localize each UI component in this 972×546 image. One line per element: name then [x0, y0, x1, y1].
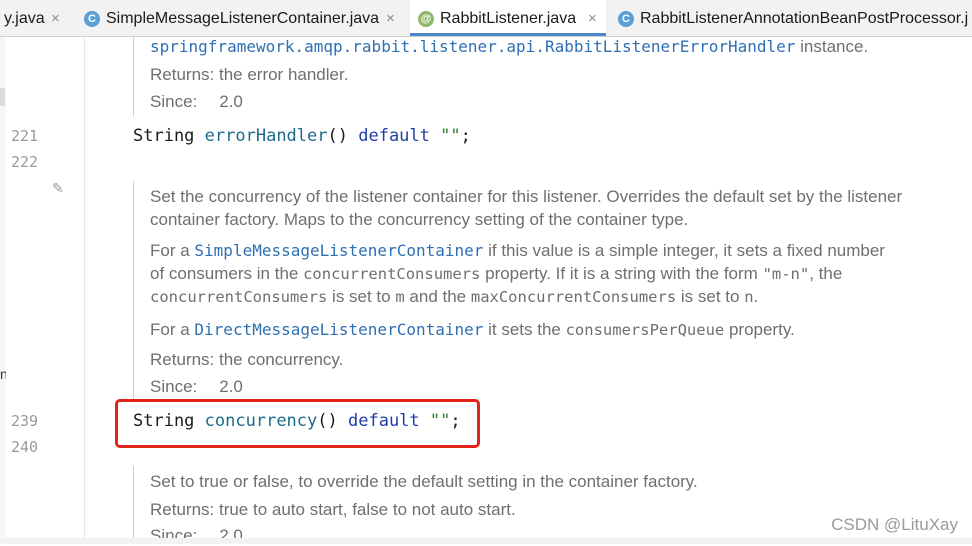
watermark: CSDN @LituXay [831, 515, 958, 534]
doc-link[interactable]: SimpleMessageListenerContainer [194, 241, 483, 260]
doc-code: consumersPerQueue [565, 321, 725, 339]
code-paren: () [327, 126, 348, 146]
annotation-icon: @ [418, 11, 434, 27]
code-string: "" [440, 126, 461, 146]
doc-text: if this value is a simple integer, it se… [483, 241, 885, 260]
doc-code: "m-n" [762, 265, 810, 283]
doc-text: instance. [795, 37, 869, 56]
tab-label: RabbitListenerAnnotationBeanPostProcesso… [640, 10, 969, 27]
doc-link[interactable]: DirectMessageListenerContainer [194, 320, 483, 339]
line-number: 240 [11, 438, 39, 456]
pencil-icon[interactable]: ✎ [52, 180, 64, 197]
doc-code: concurrentConsumers [150, 288, 328, 306]
doc-text-line: springframework.amqp.rabbit.listener.api… [150, 37, 868, 57]
close-icon[interactable]: × [588, 0, 597, 36]
bottom-border [0, 538, 972, 544]
doc-paragraph: For a DirectMessageListenerContainer it … [150, 320, 795, 340]
since-label: Since: [150, 92, 198, 111]
since-value: 2.0 [219, 92, 243, 111]
class-icon: C [84, 11, 100, 27]
close-icon[interactable]: × [51, 0, 60, 36]
doc-paragraph: For a SimpleMessageListenerContainer if … [150, 241, 885, 261]
doc-text: of consumers in the [150, 264, 304, 283]
doc-returns: Returns: true to auto start, false to no… [150, 500, 516, 519]
since-value: 2.0 [219, 377, 243, 396]
doc-paragraph: Set to true or false, to override the de… [150, 472, 698, 491]
tab-label: RabbitListener.java [440, 10, 577, 27]
tab-label: y.java [4, 10, 45, 27]
doc-text: property. [724, 320, 795, 339]
doc-paragraph: of consumers in the concurrentConsumers … [150, 264, 842, 284]
doc-code: maxConcurrentConsumers [470, 288, 677, 306]
line-number: 239 [11, 412, 39, 430]
line-number: 222 [11, 153, 39, 171]
tab-rabbit-listener[interactable]: @ RabbitListener.java × [410, 0, 606, 36]
tab-y-java[interactable]: y.java × [0, 0, 72, 36]
line-number-gutter [6, 37, 85, 544]
doc-paragraph: container factory. Maps to the concurren… [150, 210, 689, 229]
doc-returns: Returns: the error handler. [150, 65, 349, 84]
doc-text: and the [404, 287, 471, 306]
doc-comment-block [133, 466, 134, 544]
doc-text: For a [150, 241, 195, 260]
tab-simple-message-listener-container[interactable]: C SimpleMessageListenerContainer.java × [76, 0, 406, 36]
doc-text: , the [809, 264, 843, 283]
doc-text: it sets the [483, 320, 566, 339]
doc-text: . [753, 287, 759, 306]
doc-link[interactable]: springframework.amqp.rabbit.listener.api… [150, 37, 795, 56]
doc-since: Since: 2.0 [150, 377, 243, 397]
close-icon[interactable]: × [386, 0, 395, 36]
doc-code: n [744, 288, 754, 306]
doc-text: For a [150, 320, 195, 339]
class-icon: C [618, 11, 634, 27]
code-semicolon: ; [460, 126, 471, 146]
code-keyword: default [358, 126, 430, 146]
editor-tab-bar: y.java × C SimpleMessageListenerContaine… [0, 0, 972, 37]
doc-code: m [395, 288, 405, 306]
since-label: Since: [150, 377, 198, 396]
doc-paragraph: concurrentConsumers is set to m and the … [150, 287, 758, 307]
highlight-box [115, 399, 480, 448]
left-strip-button[interactable] [0, 88, 5, 106]
doc-text: property. If it is a string with the for… [480, 264, 763, 283]
doc-code: concurrentConsumers [303, 265, 481, 283]
doc-text: is set to [676, 287, 745, 306]
doc-comment-block [133, 37, 134, 117]
doc-comment-block [133, 181, 134, 399]
code-method: errorHandler [204, 126, 328, 146]
doc-returns: Returns: the concurrency. [150, 350, 344, 369]
doc-paragraph: Set the concurrency of the listener cont… [150, 187, 903, 206]
tab-rabbit-listener-annotation-bean-post-processor[interactable]: C RabbitListenerAnnotationBeanPostProces… [610, 0, 972, 36]
line-number: 221 [11, 127, 39, 145]
doc-since: Since: 2.0 [150, 92, 243, 112]
code-line[interactable]: String errorHandler() default ""; [133, 126, 471, 146]
tab-label: SimpleMessageListenerContainer.java [106, 10, 380, 27]
doc-text: is set to [327, 287, 396, 306]
code-type: String [133, 126, 195, 146]
